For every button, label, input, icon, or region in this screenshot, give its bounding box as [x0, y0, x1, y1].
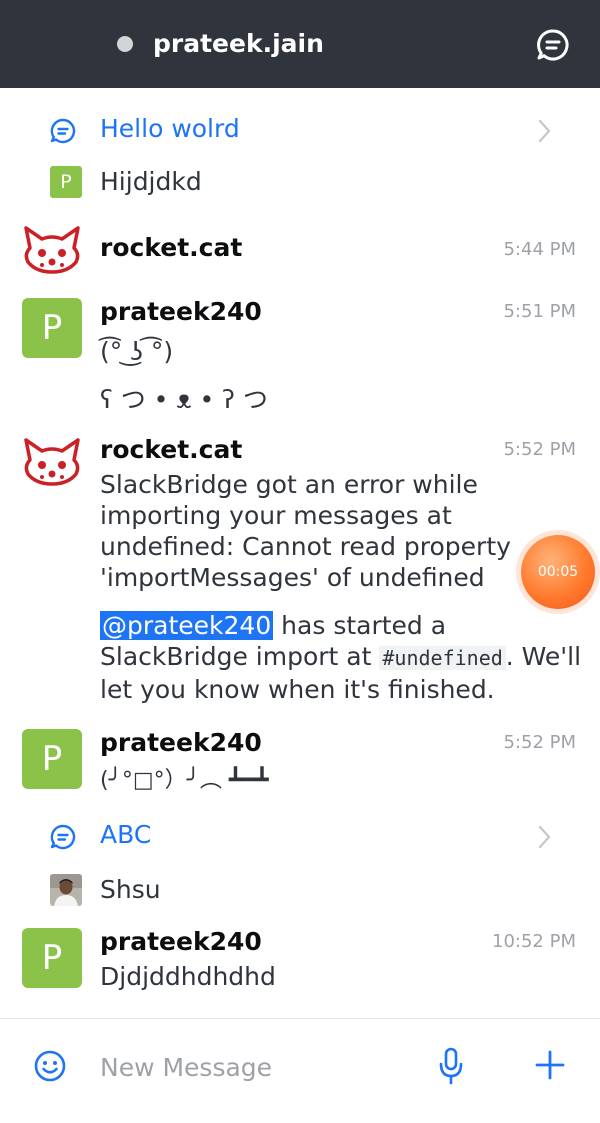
username[interactable]: rocket.cat [100, 432, 242, 468]
microphone-icon[interactable] [438, 1047, 464, 1085]
timestamp: 10:52 PM [492, 931, 576, 952]
thread-row[interactable]: Hello wolrd [0, 104, 600, 154]
rocket-cat-avatar[interactable] [22, 436, 82, 496]
chevron-right-icon[interactable] [536, 824, 552, 850]
room-header: prateek.jain [0, 0, 600, 88]
thread-title[interactable]: Hello wolrd [100, 111, 240, 147]
timestamp: 5:44 PM [503, 239, 576, 260]
photo-avatar [50, 874, 82, 906]
message[interactable]: P prateek240 10:52 PM Djdjddhdhdhd [0, 927, 600, 998]
message-text: SlackBridge got an error while importing… [100, 470, 511, 592]
thread-row[interactable]: ABC [0, 810, 600, 860]
room-title[interactable]: prateek.jain [153, 26, 324, 62]
reply-text: Hijdjdkd [100, 167, 202, 196]
timestamp: 5:52 PM [503, 439, 576, 460]
username[interactable]: prateek240 [100, 725, 262, 761]
thread-reply[interactable]: P Hijdjdkd [0, 160, 600, 204]
message[interactable]: rocket.cat 5:44 PM [0, 224, 600, 284]
emoji-icon[interactable] [33, 1049, 67, 1083]
message-composer [0, 1018, 600, 1123]
threads-icon[interactable] [536, 28, 570, 62]
message[interactable]: rocket.cat 5:52 PM SlackBridge got an er… [0, 435, 600, 706]
timestamp: 5:52 PM [503, 732, 576, 753]
reply-text: Shsu [100, 875, 161, 904]
recording-timer[interactable]: 00:05 [521, 535, 595, 609]
thread-icon [50, 118, 76, 144]
chevron-right-icon[interactable] [536, 118, 552, 144]
status-dot [117, 36, 133, 52]
message[interactable]: P prateek240 5:52 PM (╯°□°）╯︵ ┻━┻ [0, 728, 600, 799]
avatar: P [50, 166, 82, 198]
avatar[interactable]: P [22, 298, 82, 358]
timestamp: 5:51 PM [503, 301, 576, 322]
avatar[interactable]: P [22, 928, 82, 988]
avatar[interactable]: P [22, 729, 82, 789]
username[interactable]: prateek240 [100, 294, 262, 330]
rocket-cat-avatar[interactable] [22, 224, 82, 284]
user-mention[interactable]: @prateek240 [100, 611, 274, 640]
thread-title[interactable]: ABC [100, 817, 151, 853]
message-text: @prateek240 has started a SlackBridge im… [100, 610, 582, 705]
thread-reply[interactable]: Shsu [0, 868, 600, 912]
message-text: (╯°□°）╯︵ ┻━┻ [100, 768, 269, 793]
message[interactable]: P prateek240 5:51 PM (͡° ͜ʖ ͡°) ʕ つ • ᴥ … [0, 297, 600, 418]
message-text: (͡° ͜ʖ ͡°) [100, 337, 174, 366]
message-list[interactable]: Hello wolrd P Hijdjdkd rocket.cat 5:44 P… [0, 88, 600, 1018]
message-input[interactable] [100, 1047, 400, 1087]
message-text: Djdjddhdhdhd [100, 962, 276, 991]
message-text: ʕ つ • ᴥ • ʔ つ [100, 385, 268, 414]
plus-icon[interactable] [535, 1050, 565, 1080]
username[interactable]: rocket.cat [100, 230, 242, 266]
thread-icon [50, 824, 76, 850]
channel-code: #undefined [379, 646, 506, 670]
username[interactable]: prateek240 [100, 924, 262, 960]
